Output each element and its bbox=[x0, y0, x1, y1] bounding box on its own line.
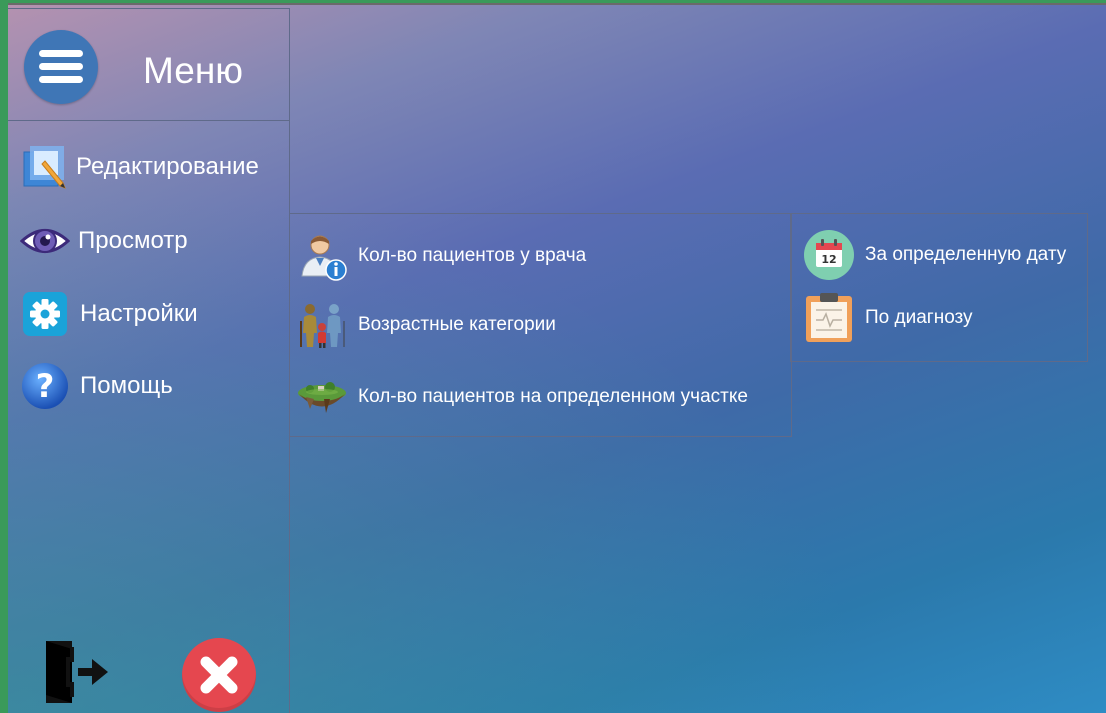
exit-icon[interactable] bbox=[42, 637, 112, 707]
sidebar-item-help[interactable]: ? Помощь bbox=[20, 360, 173, 412]
sidebar-item-edit[interactable]: Редактирование bbox=[20, 141, 259, 193]
submenu-item-age-categories[interactable]: Возрастные категории bbox=[296, 300, 556, 350]
edit-icon bbox=[20, 142, 70, 192]
calendar-icon: 12 bbox=[803, 229, 855, 281]
svg-text:12: 12 bbox=[821, 253, 836, 266]
hamburger-line-icon bbox=[39, 76, 83, 83]
island-icon bbox=[296, 371, 348, 423]
submenu-item-label: Возрастные категории bbox=[358, 314, 556, 335]
submenu-item-patients-per-doctor[interactable]: Кол-во пациентов у врача bbox=[296, 231, 586, 281]
eye-icon bbox=[19, 216, 71, 266]
close-icon bbox=[200, 656, 238, 694]
sidebar-item-label: Редактирование bbox=[76, 153, 259, 180]
window-top-border bbox=[8, 3, 1106, 5]
svg-text:?: ? bbox=[36, 367, 55, 405]
sidebar-item-settings[interactable]: Настройки bbox=[20, 288, 198, 340]
menu-header: Меню bbox=[8, 9, 289, 121]
submenu-item-label: Кол-во пациентов у врача bbox=[358, 245, 587, 266]
close-button[interactable] bbox=[182, 638, 256, 712]
hamburger-menu-button[interactable] bbox=[24, 30, 98, 104]
submenu-view: Кол-во пациентов у врача Возрастные кате… bbox=[289, 213, 792, 437]
gear-icon bbox=[20, 289, 70, 339]
family-icon bbox=[296, 299, 348, 351]
submenu-item-label: По диагнозу bbox=[865, 307, 973, 328]
sidebar-item-label: Настройки bbox=[80, 300, 198, 327]
menu-title: Меню bbox=[143, 50, 243, 91]
submenu-item-label: За определенную дату bbox=[865, 244, 1067, 265]
submenu-item-patients-per-area[interactable]: Кол-во пациентов на определенном участке bbox=[296, 372, 748, 422]
sidebar-item-view[interactable]: Просмотр bbox=[19, 215, 188, 267]
hamburger-line-icon bbox=[39, 63, 83, 70]
help-icon: ? bbox=[20, 361, 70, 411]
sidebar: Меню Редактирование Просмотр Настройки ?… bbox=[8, 8, 290, 713]
hamburger-line-icon bbox=[39, 50, 83, 57]
submenu-item-by-diagnosis[interactable]: По диагнозу bbox=[803, 293, 973, 343]
submenu-date: 12 За определенную дату По диагнозу bbox=[790, 213, 1088, 362]
doctor-info-icon bbox=[296, 230, 348, 282]
app-window: Меню Редактирование Просмотр Настройки ?… bbox=[8, 3, 1106, 713]
submenu-item-label: Кол-во пациентов на определенном участке bbox=[358, 386, 748, 407]
sidebar-item-label: Помощь bbox=[80, 372, 173, 399]
sidebar-item-label: Просмотр bbox=[78, 227, 188, 254]
clipboard-icon bbox=[803, 292, 855, 344]
submenu-item-by-date[interactable]: 12 За определенную дату bbox=[803, 230, 1066, 280]
